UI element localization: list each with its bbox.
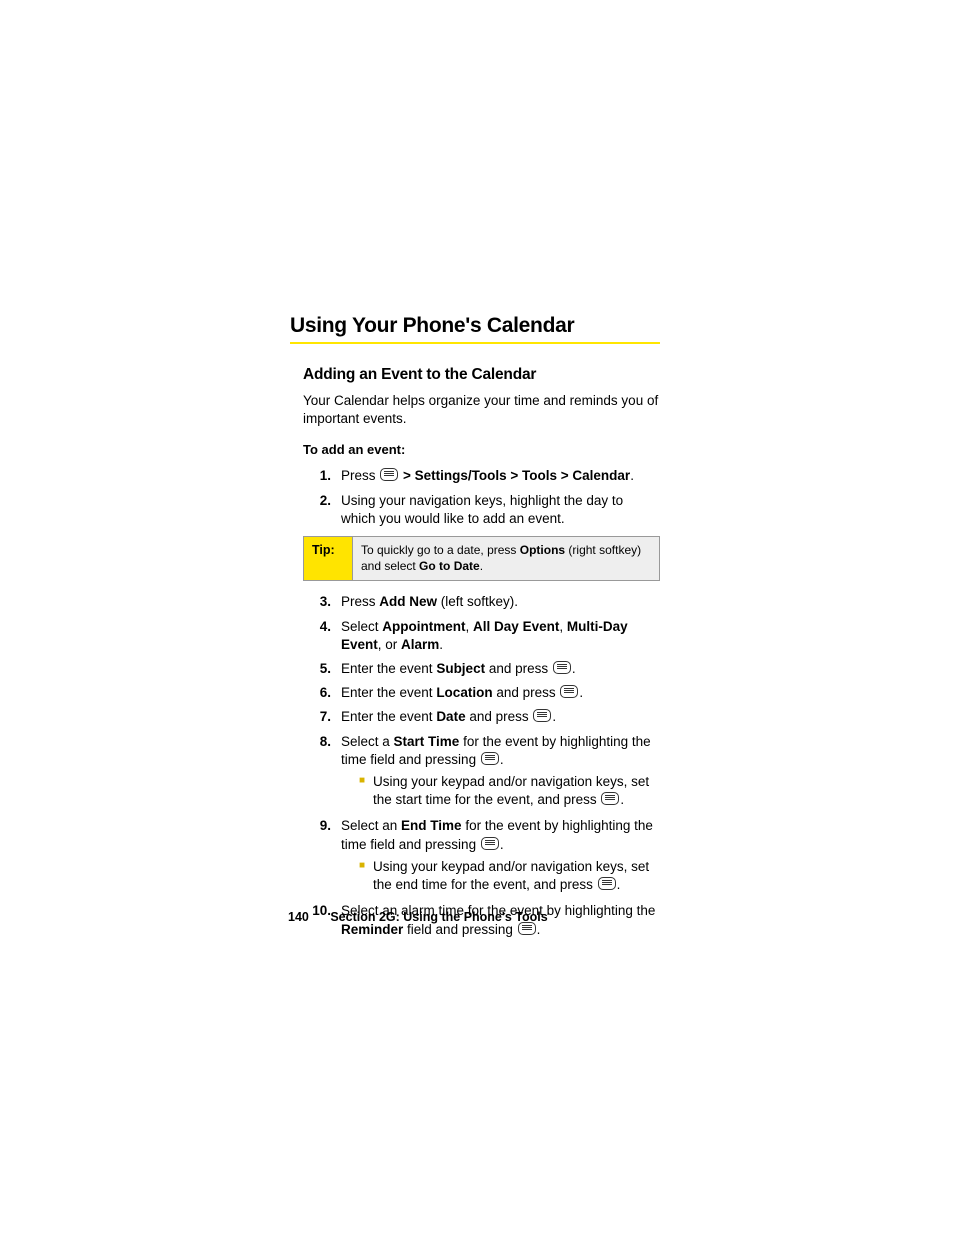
step-number: 1. [303, 467, 341, 485]
tip-box: Tip: To quickly go to a date, press Opti… [303, 536, 660, 581]
lead-text: To add an event: [303, 442, 660, 457]
step-body: Select an End Time for the event by high… [341, 817, 660, 896]
step-number: 4. [303, 618, 341, 654]
step-5: 5. Enter the event Subject and press . [303, 660, 660, 678]
step-body: Select a Start Time for the event by hig… [341, 733, 660, 812]
step-body: Enter the event Subject and press . [341, 660, 660, 678]
page-footer: 140 Section 2G: Using the Phone's Tools [288, 910, 548, 924]
menu-key-icon [560, 685, 578, 698]
menu-key-icon [601, 792, 619, 805]
step-6: 6. Enter the event Location and press . [303, 684, 660, 702]
step-number: 8. [303, 733, 341, 812]
menu-key-icon [481, 752, 499, 765]
step-3: 3. Press Add New (left softkey). [303, 593, 660, 611]
menu-key-icon [598, 877, 616, 890]
page-number: 140 [288, 910, 309, 924]
menu-key-icon [533, 709, 551, 722]
section-label: Section 2G: Using the Phone's Tools [330, 910, 547, 924]
step-body: Using your navigation keys, highlight th… [341, 492, 660, 528]
step-8: 8. Select a Start Time for the event by … [303, 733, 660, 812]
step-2: 2. Using your navigation keys, highlight… [303, 492, 660, 528]
tip-content: To quickly go to a date, press Options (… [353, 537, 659, 580]
steps-list-continued: 3. Press Add New (left softkey). 4. Sele… [303, 593, 660, 939]
menu-key-icon [380, 468, 398, 481]
step-9: 9. Select an End Time for the event by h… [303, 817, 660, 896]
menu-key-icon [553, 661, 571, 674]
bullet-icon: ■ [359, 858, 373, 894]
substep: ■ Using your keypad and/or navigation ke… [359, 773, 660, 809]
steps-list: 1. Press > Settings/Tools > Tools > Cale… [303, 467, 660, 528]
step-body: Select Appointment, All Day Event, Multi… [341, 618, 660, 654]
section-heading: Adding an Event to the Calendar [303, 366, 660, 384]
step-body: Press Add New (left softkey). [341, 593, 660, 611]
step-number: 6. [303, 684, 341, 702]
page-content: Using Your Phone's Calendar Adding an Ev… [290, 314, 660, 945]
menu-key-icon [481, 837, 499, 850]
step-body: Enter the event Location and press . [341, 684, 660, 702]
page-title: Using Your Phone's Calendar [290, 314, 660, 338]
substep: ■ Using your keypad and/or navigation ke… [359, 858, 660, 894]
tip-label: Tip: [304, 537, 353, 580]
step-number: 5. [303, 660, 341, 678]
step-number: 2. [303, 492, 341, 528]
intro-text: Your Calendar helps organize your time a… [303, 392, 660, 428]
step-number: 9. [303, 817, 341, 896]
bullet-icon: ■ [359, 773, 373, 809]
step-number: 3. [303, 593, 341, 611]
title-rule [290, 342, 660, 344]
step-1: 1. Press > Settings/Tools > Tools > Cale… [303, 467, 660, 485]
step-body: Press > Settings/Tools > Tools > Calenda… [341, 467, 660, 485]
step-7: 7. Enter the event Date and press . [303, 708, 660, 726]
step-number: 7. [303, 708, 341, 726]
step-4: 4. Select Appointment, All Day Event, Mu… [303, 618, 660, 654]
step-body: Enter the event Date and press . [341, 708, 660, 726]
